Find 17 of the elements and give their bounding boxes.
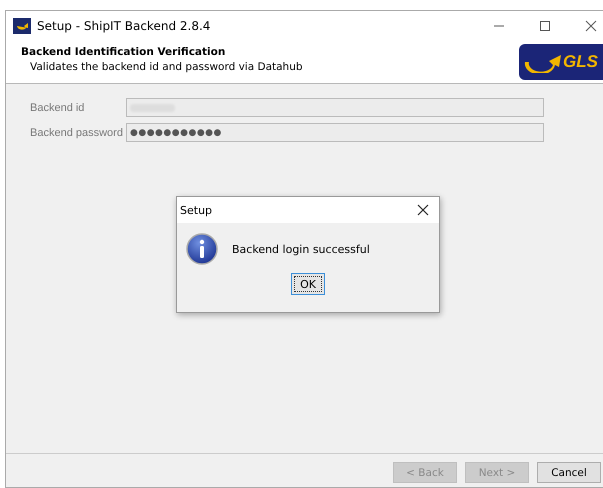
close-icon[interactable] bbox=[585, 20, 597, 32]
dialog-message: Backend login successful bbox=[232, 242, 370, 256]
field-label: Backend password bbox=[30, 126, 124, 138]
maximize-icon[interactable] bbox=[539, 20, 551, 32]
page-subtitle: Validates the backend id and password via Datahub bbox=[29, 60, 303, 73]
close-icon[interactable] bbox=[417, 204, 429, 216]
wizard-button[interactable]: Cancel bbox=[537, 462, 601, 483]
info-icon bbox=[186, 233, 218, 265]
brand-logo: GLS bbox=[519, 44, 603, 80]
field-label: Backend id bbox=[30, 102, 86, 114]
ok-button[interactable]: OK bbox=[291, 273, 325, 295]
dialog-title: Setup bbox=[180, 204, 212, 216]
app-logo-icon bbox=[13, 18, 31, 34]
window-title: Setup - ShipIT Backend 2.8.4 bbox=[37, 19, 210, 33]
page-title: Backend Identification Verification bbox=[21, 46, 226, 58]
input-field[interactable] bbox=[126, 98, 544, 117]
password-field[interactable]: ●●●●●●●●●●● bbox=[126, 123, 544, 142]
